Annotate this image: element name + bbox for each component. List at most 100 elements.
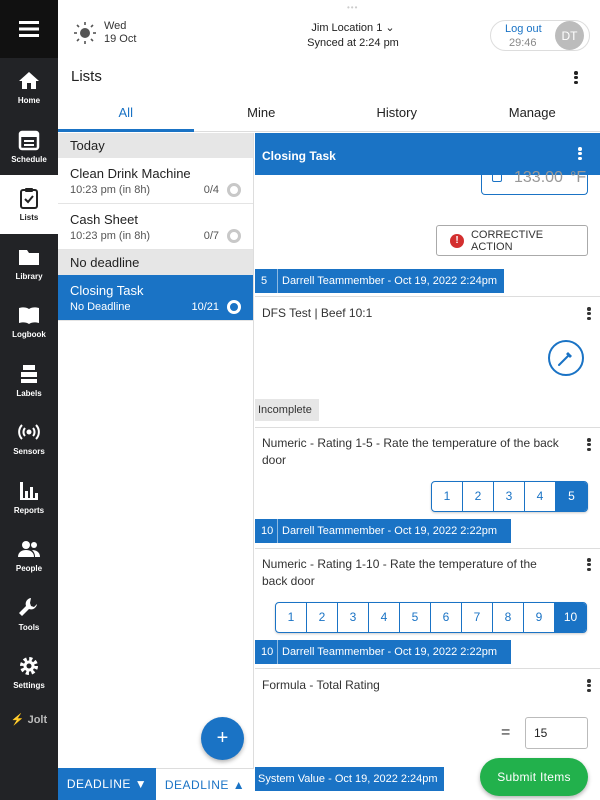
- rating-option[interactable]: 9: [524, 603, 555, 632]
- formula-result-field[interactable]: 15: [525, 717, 588, 749]
- list-item-name: Cash Sheet: [70, 212, 138, 227]
- tab-mine[interactable]: Mine: [194, 98, 330, 131]
- list-item-name: Closing Task: [70, 283, 144, 298]
- list-item-time: 10:23 pm (in 8h): [70, 184, 151, 196]
- drag-handle: •••: [347, 3, 359, 12]
- wrench-icon: [19, 597, 37, 616]
- avatar[interactable]: DT: [555, 21, 584, 50]
- rating-option[interactable]: 4: [525, 482, 556, 511]
- nav-label: Labels: [16, 388, 42, 398]
- brand-name: Jolt: [27, 714, 48, 726]
- logout-label: Log out: [505, 23, 542, 35]
- rating-option[interactable]: 2: [463, 482, 494, 511]
- list-item[interactable]: Clean Drink Machine 10:23 pm (in 8h) 0/4: [58, 158, 253, 204]
- more-options-icon[interactable]: [587, 307, 591, 320]
- meta-who: Darrell Teammember - Oct 19, 2022 2:22pm: [282, 646, 497, 658]
- divider: [255, 668, 600, 669]
- nav-settings[interactable]: Settings: [0, 643, 58, 702]
- nav-sensors[interactable]: Sensors: [0, 409, 58, 468]
- nav-reports[interactable]: Reports: [0, 468, 58, 527]
- status-badge: Incomplete: [255, 399, 319, 421]
- gear-icon: [20, 657, 38, 676]
- rating-option[interactable]: 5: [400, 603, 431, 632]
- meta-count: 10: [261, 646, 274, 658]
- menu-button[interactable]: [0, 0, 58, 58]
- session-timer: 29:46: [509, 37, 537, 49]
- list-item-time: No Deadline: [70, 301, 131, 313]
- sort-deadline-asc-button[interactable]: DEADLINE ▲: [156, 768, 254, 800]
- sensor-icon: [18, 424, 40, 440]
- tab-all[interactable]: All: [58, 98, 194, 132]
- nav-label: Tools: [18, 622, 40, 632]
- nav-label: Schedule: [11, 154, 47, 164]
- temperature-input[interactable]: 133.00 °F: [481, 165, 588, 195]
- tab-history[interactable]: History: [329, 98, 465, 131]
- rating-option[interactable]: 8: [493, 603, 524, 632]
- tab-bar: All Mine History Manage: [58, 98, 600, 132]
- nav-lists[interactable]: Lists: [0, 175, 58, 234]
- nav-people[interactable]: People: [0, 526, 58, 585]
- progress-ring-icon: [227, 229, 241, 243]
- location-selector[interactable]: Jim Location 1 ⌄ Synced at 2:24 pm: [278, 21, 428, 51]
- nav-label: Library: [15, 271, 43, 281]
- more-options-icon[interactable]: [587, 438, 591, 451]
- divider: [255, 427, 600, 428]
- rating-option-selected[interactable]: 10: [555, 603, 586, 632]
- nav-schedule[interactable]: Schedule: [0, 117, 58, 176]
- rating-option[interactable]: 7: [462, 603, 493, 632]
- more-options-icon[interactable]: [587, 558, 591, 571]
- page-header: Lists: [58, 58, 600, 98]
- nav-label: Logbook: [12, 330, 46, 340]
- list-item[interactable]: Cash Sheet 10:23 pm (in 8h) 0/7: [58, 204, 253, 250]
- task-detail-panel: Closing Task 133.00 °F ! CORRECTIVE ACTI…: [255, 133, 600, 800]
- rating-option[interactable]: 4: [369, 603, 400, 632]
- more-options-icon[interactable]: [578, 147, 582, 160]
- rating-option[interactable]: 1: [432, 482, 463, 511]
- rating-1-5: 1 2 3 4 5: [431, 481, 588, 512]
- rating-option[interactable]: 6: [431, 603, 462, 632]
- nav-home[interactable]: Home: [0, 58, 58, 117]
- rating-option[interactable]: 1: [276, 603, 307, 632]
- list-item-count: 0/4: [203, 184, 219, 196]
- submit-items-button[interactable]: Submit Items: [480, 758, 588, 796]
- current-date: Wed 19 Oct: [104, 20, 136, 46]
- rating-option[interactable]: 3: [494, 482, 525, 511]
- jolt-logo: ⚡ Jolt: [10, 714, 48, 726]
- rating-option-selected[interactable]: 5: [556, 482, 587, 511]
- question-title: Numeric - Rating 1-10 - Rate the tempera…: [262, 557, 537, 588]
- temperature-value: 133.00: [514, 169, 563, 186]
- add-list-button[interactable]: +: [201, 717, 244, 760]
- more-options-icon[interactable]: [587, 679, 591, 692]
- book-icon: [19, 307, 39, 325]
- question-title: Formula - Total Rating: [262, 678, 380, 692]
- chevron-down-icon: ⌄: [385, 22, 395, 34]
- nav-tools[interactable]: Tools: [0, 585, 58, 644]
- app: Home Schedule Lists Library Logbook Labe…: [0, 0, 600, 800]
- calendar-icon: [18, 130, 40, 150]
- question-title: Numeric - Rating 1-5 - Rate the temperat…: [262, 436, 559, 467]
- rating-option[interactable]: 2: [307, 603, 338, 632]
- completion-meta: 5 Darrell Teammember - Oct 19, 2022 2:24p…: [255, 269, 504, 293]
- divider: [255, 296, 600, 297]
- lists-panel: Today Clean Drink Machine 10:23 pm (in 8…: [58, 133, 254, 800]
- location-name: Jim Location 1: [311, 22, 383, 34]
- corrective-action-button[interactable]: ! CORRECTIVE ACTION: [436, 225, 588, 256]
- section-today: Today: [58, 133, 253, 158]
- sort-deadline-desc-button[interactable]: DEADLINE ▼: [58, 768, 156, 800]
- corrective-action-label: CORRECTIVE ACTION: [470, 228, 544, 253]
- rating-1-10: 1 2 3 4 5 6 7 8 9 10: [275, 602, 587, 633]
- nav-logbook[interactable]: Logbook: [0, 292, 58, 351]
- home-icon: [19, 72, 39, 90]
- question-title: DFS Test | Beef 10:1: [262, 306, 373, 320]
- more-options-icon[interactable]: [574, 71, 578, 84]
- divider: [255, 548, 600, 549]
- nav-labels[interactable]: Labels: [0, 351, 58, 410]
- nav-label: Sensors: [13, 447, 45, 457]
- thermometer-probe-button[interactable]: [548, 340, 584, 376]
- clipboard-check-icon: [20, 188, 38, 210]
- nav-library[interactable]: Library: [0, 234, 58, 293]
- list-item-time: 10:23 pm (in 8h): [70, 230, 151, 242]
- tab-manage[interactable]: Manage: [465, 98, 600, 131]
- rating-option[interactable]: 3: [338, 603, 369, 632]
- list-item-selected[interactable]: Closing Task No Deadline 10/21: [58, 275, 253, 321]
